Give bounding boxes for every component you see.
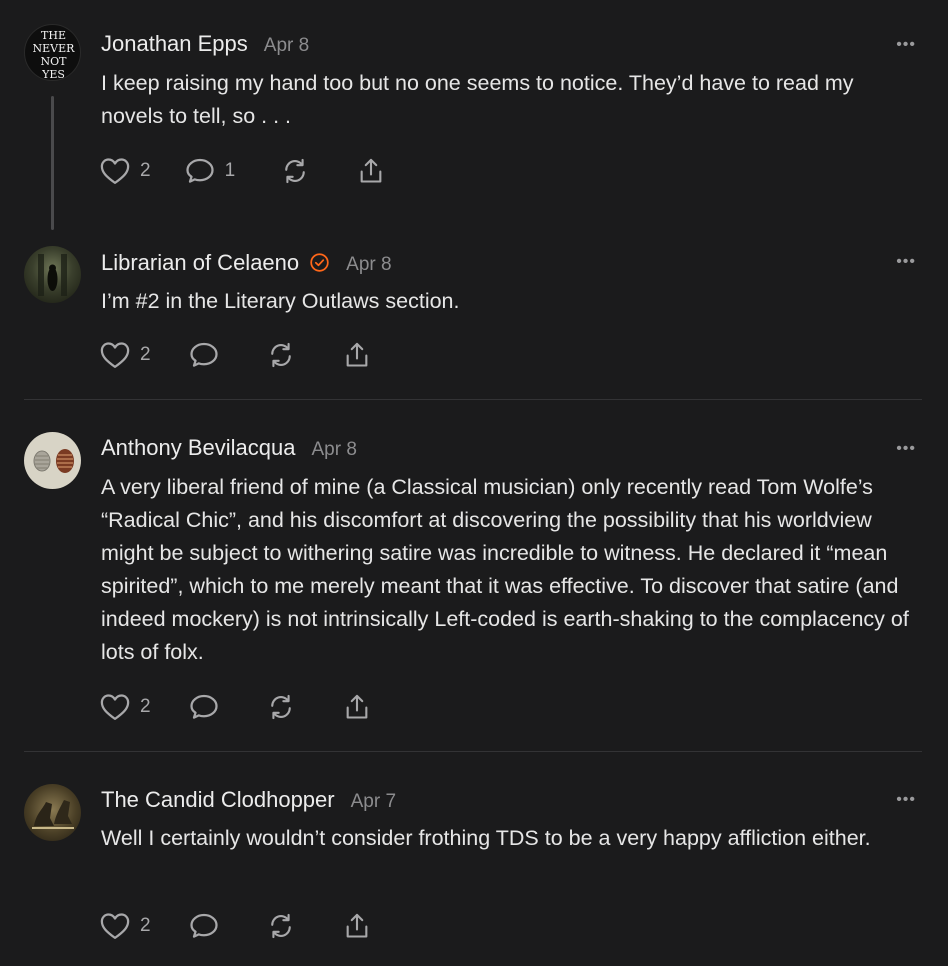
- reply-count: 1: [224, 160, 236, 181]
- restack-icon: [270, 913, 291, 939]
- comment-date[interactable]: Apr 7: [351, 791, 396, 813]
- verified-icon: [309, 252, 330, 278]
- comment-text: I’m #2 in the Literary Outlaws section.: [101, 289, 460, 313]
- comment-header: Librarian of Celaeno Apr 8: [101, 249, 392, 276]
- more-icon[interactable]: •••: [896, 440, 916, 458]
- heart-icon: [100, 913, 130, 939]
- like-button[interactable]: 2: [100, 341, 151, 369]
- avatar[interactable]: [24, 432, 81, 489]
- like-count: 2: [140, 160, 151, 181]
- comment-icon: [189, 913, 218, 938]
- comment-actions: 2: [100, 690, 372, 724]
- heart-icon: [100, 694, 130, 720]
- share-icon: [346, 342, 367, 367]
- comment-text: Well I certainly wouldn’t consider froth…: [101, 826, 871, 850]
- divider: [24, 399, 922, 400]
- avatar[interactable]: [24, 784, 81, 841]
- comment-header: The Candid Clodhopper Apr 7: [101, 787, 396, 813]
- like-button[interactable]: 2: [100, 693, 151, 721]
- divider: [24, 751, 922, 752]
- like-button[interactable]: 2: [100, 912, 151, 940]
- comment-actions: 2: [100, 909, 372, 943]
- comment-actions: 2 1: [100, 154, 386, 188]
- avatar[interactable]: [24, 246, 81, 303]
- comment-icon: [189, 342, 218, 367]
- avatar[interactable]: THE NEVER NOT YES: [24, 24, 81, 81]
- restack-icon: [270, 694, 291, 720]
- comment-text: A very liberal friend of mine (a Classic…: [101, 475, 909, 664]
- avatar-logo: THE NEVER NOT YES: [33, 29, 76, 81]
- comment-date[interactable]: Apr 8: [264, 35, 309, 57]
- comment-header: Anthony Bevilacqua Apr 8: [101, 435, 357, 461]
- author-name[interactable]: Anthony Bevilacqua: [101, 435, 295, 461]
- svg-text:NEVER: NEVER: [33, 42, 76, 55]
- avatar-image: [38, 254, 67, 296]
- restack-icon: [285, 158, 305, 184]
- comment-date[interactable]: Apr 8: [346, 254, 391, 276]
- share-icon: [360, 158, 382, 183]
- author-name[interactable]: Jonathan Epps: [101, 31, 248, 57]
- comment-date[interactable]: Apr 8: [311, 439, 356, 461]
- restack-button[interactable]: [266, 912, 296, 940]
- restack-button[interactable]: [266, 693, 296, 721]
- like-button[interactable]: 2: [100, 157, 151, 185]
- comment-actions: 2: [100, 338, 372, 372]
- reply-button[interactable]: [189, 912, 219, 940]
- like-count: 2: [140, 344, 151, 365]
- avatar-image: [33, 449, 74, 473]
- like-count: 2: [140, 696, 151, 717]
- svg-text:THE: THE: [41, 29, 66, 42]
- share-button[interactable]: [356, 157, 386, 185]
- comment-icon: [189, 694, 218, 719]
- heart-icon: [100, 158, 130, 184]
- comment-icon: [185, 158, 214, 183]
- heart-icon: [100, 342, 130, 368]
- share-button[interactable]: [342, 693, 372, 721]
- restack-icon: [270, 342, 291, 368]
- share-icon: [346, 913, 367, 938]
- comment-text: I keep raising my hand too but no one se…: [101, 71, 854, 128]
- more-icon[interactable]: •••: [896, 791, 916, 809]
- reply-button[interactable]: 1: [185, 157, 236, 185]
- like-count: 2: [140, 915, 151, 936]
- svg-text:YES: YES: [41, 68, 65, 81]
- share-icon: [346, 694, 367, 719]
- thread-line: [51, 96, 54, 230]
- reply-button[interactable]: [189, 341, 219, 369]
- avatar-image: [32, 800, 74, 829]
- svg-text:NOT: NOT: [41, 55, 68, 68]
- author-name[interactable]: Librarian of Celaeno: [101, 250, 299, 276]
- more-icon[interactable]: •••: [896, 36, 916, 54]
- share-button[interactable]: [342, 341, 372, 369]
- restack-button[interactable]: [280, 157, 310, 185]
- share-button[interactable]: [342, 912, 372, 940]
- author-name[interactable]: The Candid Clodhopper: [101, 787, 335, 813]
- comment-header: Jonathan Epps Apr 8: [101, 31, 309, 57]
- restack-button[interactable]: [266, 341, 296, 369]
- reply-button[interactable]: [189, 693, 219, 721]
- more-icon[interactable]: •••: [896, 253, 916, 271]
